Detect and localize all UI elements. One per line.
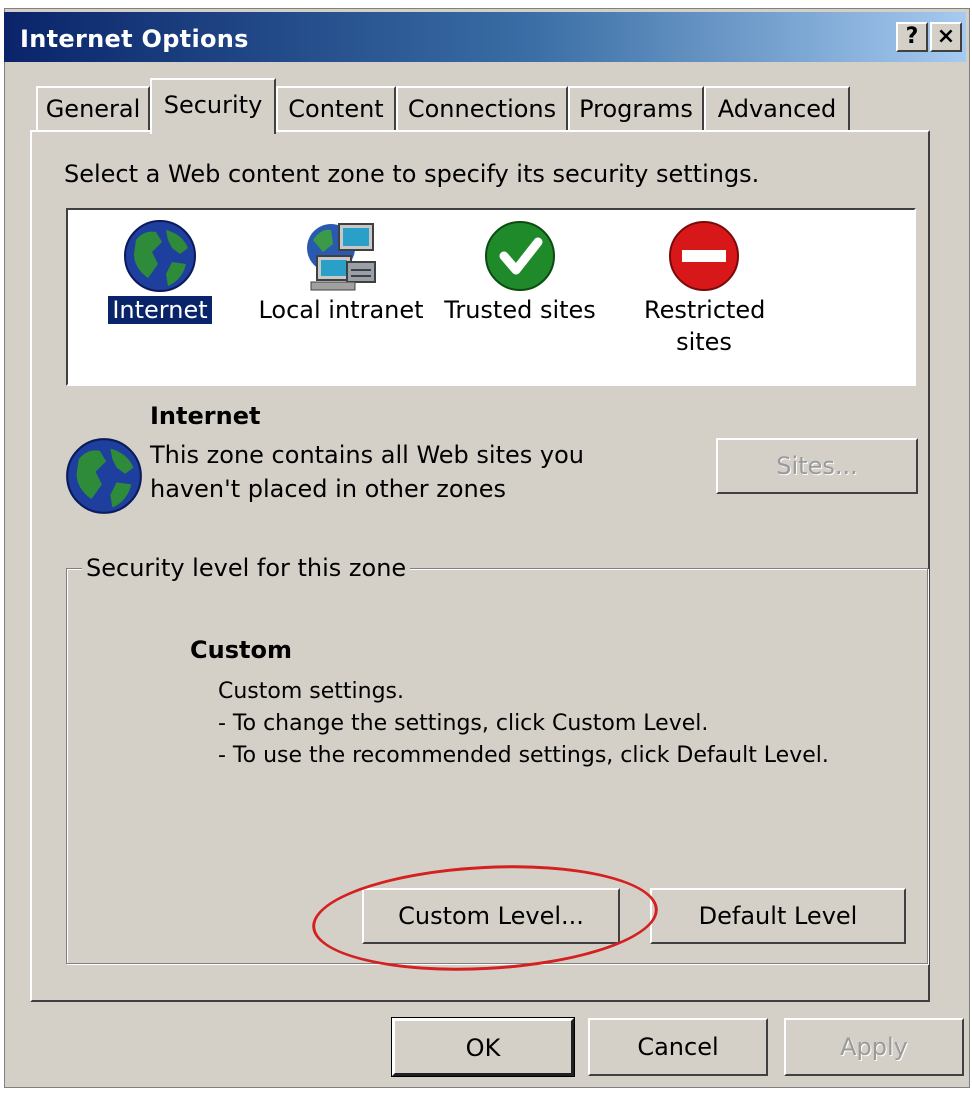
security-level-title: Custom	[190, 636, 292, 664]
tab-programs[interactable]: Programs	[568, 86, 704, 130]
zone-prompt: Select a Web content zone to specify its…	[64, 160, 760, 188]
globe-icon	[124, 220, 196, 292]
zone-label-local-intranet: Local intranet	[258, 296, 424, 324]
zone-list: Internet Local intranet Trusted sites Re…	[66, 208, 916, 386]
tab-connections[interactable]: Connections	[396, 86, 568, 130]
level-line-1: Custom settings.	[218, 679, 405, 704]
tab-advanced[interactable]: Advanced	[704, 86, 850, 130]
cancel-button[interactable]: Cancel	[588, 1018, 768, 1076]
default-level-button[interactable]: Default Level	[650, 888, 906, 944]
selected-zone-description: This zone contains all Web sites you hav…	[150, 441, 584, 503]
security-level-legend: Security level for this zone	[82, 554, 411, 582]
level-line-2: - To change the settings, click Custom L…	[218, 711, 709, 736]
close-button[interactable]: ×	[930, 22, 962, 52]
selected-zone-title: Internet	[150, 402, 261, 430]
level-line-3: - To use the recommended settings, click…	[218, 743, 829, 768]
title-bar: Internet Options ? ×	[4, 12, 966, 62]
tab-content[interactable]: Content	[276, 86, 396, 130]
help-button[interactable]: ?	[896, 22, 928, 52]
tab-general[interactable]: General	[36, 86, 150, 130]
zone-label-trusted-sites: Trusted sites	[444, 296, 596, 324]
window-title: Internet Options	[20, 25, 249, 53]
zone-label-internet: Internet	[107, 295, 213, 325]
zone-trusted-sites[interactable]: Trusted sites	[440, 218, 600, 326]
restricted-icon	[669, 221, 739, 291]
sites-button[interactable]: Sites...	[716, 438, 918, 494]
zone-label-restricted-sites: Restricted sites	[644, 296, 766, 356]
apply-button[interactable]: Apply	[784, 1018, 964, 1076]
security-level-description: Custom settings. - To change the setting…	[218, 676, 829, 772]
zone-local-intranet[interactable]: Local intranet	[256, 218, 426, 326]
globe-icon	[66, 438, 142, 514]
zone-restricted-sites[interactable]: Restricted sites	[624, 218, 784, 358]
checkmark-icon	[485, 221, 555, 291]
tab-security[interactable]: Security	[150, 78, 276, 134]
intranet-icon	[307, 223, 376, 291]
ok-button[interactable]: OK	[391, 1017, 575, 1077]
zone-internet[interactable]: Internet	[100, 218, 220, 326]
